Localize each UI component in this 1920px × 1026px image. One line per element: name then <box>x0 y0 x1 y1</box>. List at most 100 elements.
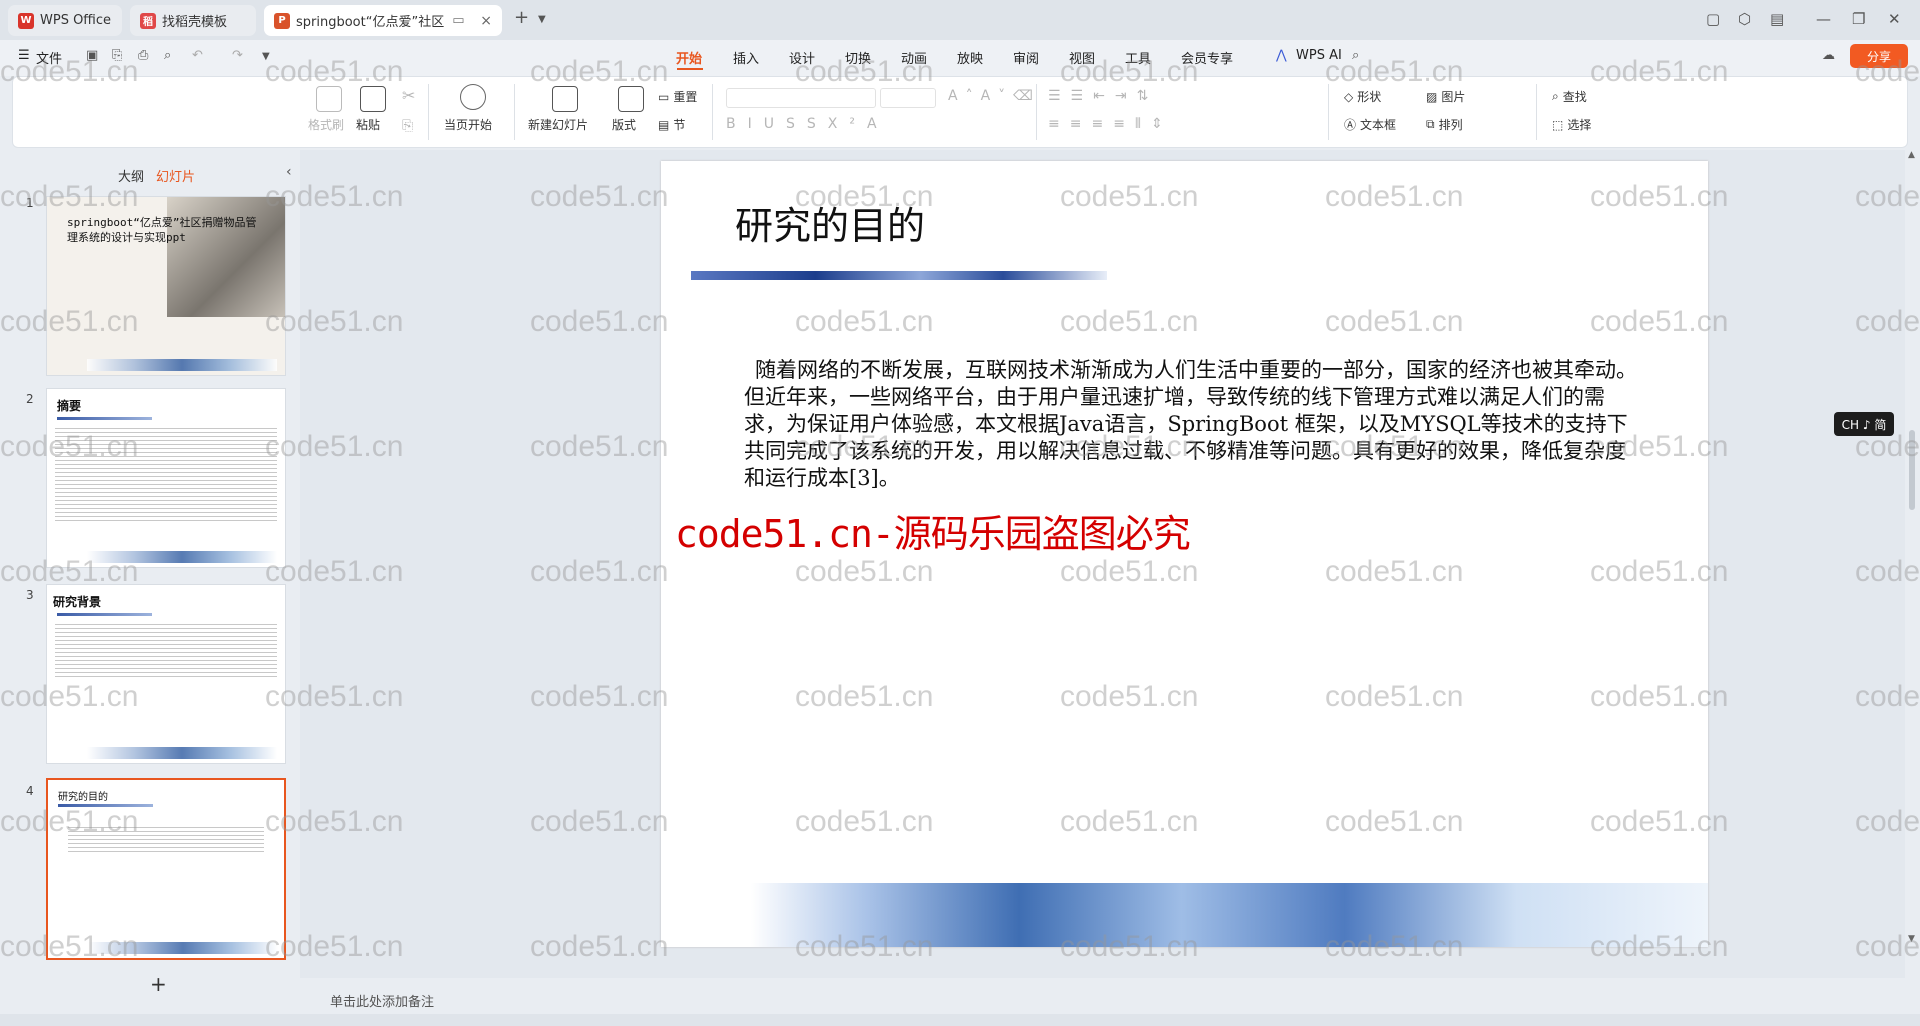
picture-label: 图片 <box>1441 90 1466 104</box>
section-icon: ▤ <box>658 117 670 132</box>
share-button[interactable]: 分享 <box>1850 44 1908 68</box>
new-slide-button[interactable]: 新建幻灯片 <box>528 116 588 133</box>
thumbnail-text-lines <box>55 621 277 677</box>
docer-icon: 稻 <box>140 12 156 29</box>
font-size-select[interactable] <box>880 88 936 108</box>
select-button[interactable]: ⬚ 选择 <box>1552 116 1591 133</box>
tab-current-presentation[interactable]: P springboot“亿点爱”社区 ▭ × <box>264 5 502 36</box>
arrange-button[interactable]: ⧉ 排列 <box>1426 116 1463 133</box>
reset-button[interactable]: ▭ 重置 <box>658 88 697 105</box>
thumbnail-title: 研究的目的 <box>58 792 108 803</box>
ribbon-separator <box>1036 84 1037 140</box>
minimize-icon[interactable]: — <box>1816 10 1831 28</box>
layout-icon[interactable]: ▢ <box>1706 10 1720 28</box>
chevron-down-icon[interactable]: ▼ <box>262 51 270 62</box>
ribbon-separator <box>514 84 515 140</box>
paste-button[interactable]: 粘贴 <box>356 116 380 133</box>
play-from-current-button[interactable]: 当页开始 <box>444 116 492 133</box>
text-format-icons[interactable]: BIUSSX²A <box>726 116 889 132</box>
cloud-icon[interactable]: ☁ <box>1822 48 1835 63</box>
ribbon-separator <box>428 84 429 140</box>
scroll-down-icon[interactable]: ▼ <box>1908 934 1915 944</box>
slide-thumbnail-4[interactable]: 研究的目的 <box>46 778 286 960</box>
add-slide-button[interactable]: + <box>150 972 167 996</box>
ribbon-separator <box>1328 84 1329 140</box>
image-icon[interactable]: ▤ <box>1770 10 1784 28</box>
menu-animation[interactable]: 动画 <box>901 48 927 67</box>
scroll-thumb[interactable] <box>1909 430 1915 510</box>
slide-title[interactable]: 研究的目的 <box>735 195 925 250</box>
scroll-up-icon[interactable]: ▲ <box>1908 150 1915 160</box>
slide-number: 3 <box>26 588 34 602</box>
cut-icon[interactable]: ✂ <box>402 86 415 105</box>
ribbon-toolbar <box>12 76 1908 148</box>
find-label: 查找 <box>1562 90 1587 104</box>
copy-icon[interactable]: ⎘ <box>402 118 413 134</box>
play-icon <box>460 84 486 110</box>
chevron-down-icon[interactable]: ▼ <box>538 14 546 25</box>
list-icons[interactable]: ☰☰⇤⇥⇅ <box>1048 88 1158 104</box>
menu-review[interactable]: 审阅 <box>1013 48 1039 67</box>
slide-thumbnail-3[interactable]: 研究背景 <box>46 584 286 764</box>
new-tab-button[interactable]: + <box>514 7 529 28</box>
tab-outline[interactable]: 大纲 <box>118 166 144 185</box>
ime-indicator[interactable]: CH ♪ 简 <box>1834 412 1894 436</box>
preview-icon[interactable]: ⌕ <box>164 48 171 63</box>
slide-body-text[interactable]: 随着网络的不断发展，互联网技术渐渐成为人们生活中重要的一部分，国家的经济也被其牵… <box>744 357 1644 492</box>
slide-thumbnail-2[interactable]: 摘要 <box>46 388 286 568</box>
collapse-panel-icon[interactable]: ‹ <box>286 164 292 180</box>
save-icon[interactable]: ▣ <box>86 48 98 63</box>
font-grow-icons[interactable]: A˄A˅⌫ <box>948 88 1041 104</box>
tab-docer-templates[interactable]: 稻 找稻壳模板 <box>130 5 256 36</box>
menu-member[interactable]: 会员专享 <box>1181 48 1233 67</box>
redo-icon[interactable]: ↷ <box>232 48 243 63</box>
thumbnail-text-lines <box>68 824 264 852</box>
menu-slideshow[interactable]: 放映 <box>957 48 983 67</box>
restore-icon[interactable]: ❐ <box>1852 10 1865 28</box>
menu-insert[interactable]: 插入 <box>733 48 759 67</box>
wps-logo-icon: W <box>18 12 34 29</box>
undo-icon[interactable]: ↶ <box>192 48 203 63</box>
arrange-icon: ⧉ <box>1426 117 1435 131</box>
layout-button[interactable]: 版式 <box>612 116 636 133</box>
notes-area[interactable]: 单击此处添加备注 <box>320 985 1900 1010</box>
format-painter-button[interactable]: 格式刷 <box>308 116 344 133</box>
monitor-icon[interactable]: ▭ <box>452 13 464 28</box>
textbox-button[interactable]: Ⓐ 文本框 <box>1344 116 1396 133</box>
textbox-label: 文本框 <box>1360 118 1397 132</box>
reset-icon: ▭ <box>658 89 670 104</box>
close-window-icon[interactable]: ✕ <box>1888 10 1901 28</box>
tab-slides[interactable]: 幻灯片 <box>156 166 195 185</box>
cube-icon[interactable]: ⬡ <box>1738 10 1751 28</box>
new-slide-icon <box>552 86 578 112</box>
print-icon[interactable]: ⎙ <box>138 48 148 63</box>
active-tab-indicator <box>677 68 703 70</box>
search-icon[interactable]: ⌕ <box>1352 48 1359 63</box>
menu-view[interactable]: 视图 <box>1069 48 1095 67</box>
export-icon[interactable]: ⎘ <box>112 48 122 63</box>
ribbon-separator <box>1536 84 1537 140</box>
tab-wps-office[interactable]: W WPS Office <box>8 5 122 36</box>
font-family-select[interactable] <box>726 88 876 108</box>
wps-ai-icon[interactable]: ⋀ <box>1276 48 1287 63</box>
menu-file[interactable]: 文件 <box>36 48 62 67</box>
current-slide[interactable]: 研究的目的 随着网络的不断发展，互联网技术渐渐成为人们生活中重要的一部分，国家的… <box>661 161 1708 947</box>
menu-tools[interactable]: 工具 <box>1125 48 1151 67</box>
menu-design[interactable]: 设计 <box>789 48 815 67</box>
shape-button[interactable]: ◇ 形状 <box>1344 88 1381 105</box>
thumbnail-footer-wave <box>87 551 277 563</box>
canvas-scrollbar[interactable]: ▲ ▼ <box>1906 150 1918 980</box>
picture-button[interactable]: ▨ 图片 <box>1426 88 1465 105</box>
hamburger-icon[interactable]: ☰ <box>18 48 30 63</box>
thumbnail-footer-wave <box>87 747 277 759</box>
close-tab-icon[interactable]: × <box>480 13 492 29</box>
menu-home[interactable]: 开始 <box>676 48 702 67</box>
menu-transition[interactable]: 切换 <box>845 48 871 67</box>
slide-thumbnail-1[interactable]: springboot“亿点爱”社区捐赠物品管理系统的设计与实现ppt <box>46 196 286 376</box>
align-icons[interactable]: ≡≡≡≡⦀⇕ <box>1048 116 1173 132</box>
tab-label: springboot“亿点爱”社区 <box>296 15 445 30</box>
menu-wps-ai[interactable]: WPS AI <box>1296 48 1342 63</box>
picture-icon: ▨ <box>1426 89 1438 104</box>
section-button[interactable]: ▤ 节 <box>658 116 685 133</box>
find-button[interactable]: ⌕ 查找 <box>1552 88 1587 105</box>
